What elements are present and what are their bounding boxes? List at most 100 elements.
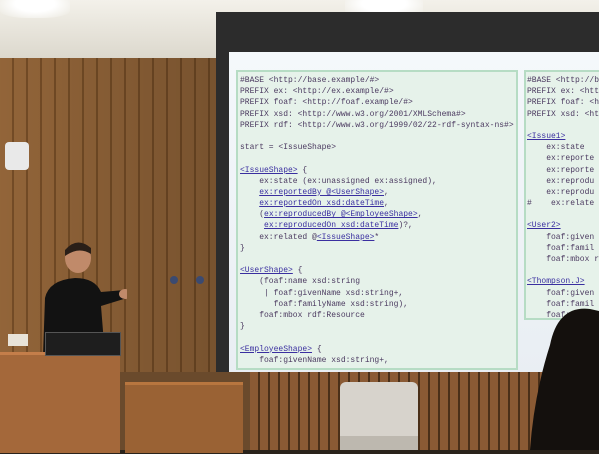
slide_main-code-text: )?, [398,221,412,230]
slide_side-code-text: #BASE <http://ba [527,76,599,85]
wall-pin-left [170,276,178,284]
slide_side-code-line: <Issue1> [527,131,599,142]
slide_side-code-line: PREFIX xsd: <htt [527,109,599,120]
front-desk [125,382,243,453]
slide_side-code-link: <Issue1> [527,132,565,141]
slide_main-code-line [240,131,514,142]
slide_main-code-link: <IssueShape> [240,166,298,175]
slide_side-code-line: foaf:mbox r [527,254,599,265]
slide_main-code-text: (foaf:name xsd:string [240,277,360,286]
slide_main-code-line: foaf:familyName xsd:string), [240,299,514,310]
lectern [0,352,120,453]
slide_side-code-line: ex:reprodu [527,176,599,187]
slide_side-code-text: # ex:relate [527,199,594,208]
slide_main-code-line: PREFIX foaf: <http://foaf.example/#> [240,97,514,108]
slide_side-code-line: ex:reprodu [527,187,599,198]
slide_side-code-text: foaf:mbox r [527,255,599,264]
wall-sensor [5,142,29,170]
slide_side-code-line: foaf:given [527,232,599,243]
slide_main-code-line: foaf:mbox rdf:Resource [240,310,514,321]
slide_main-code-link: ex:reportedBy @<UserShape> [259,188,384,197]
slide_side-code-text: ex:reprodu [527,177,594,186]
slide_side-code-line: <Thompson.J> [527,276,599,287]
slide_side-code-line: PREFIX foaf: <ht [527,97,599,108]
slide_main-code-line [240,332,514,343]
slide_side-code-text: ex:state [527,143,585,152]
slide_main-code-line: } [240,321,514,332]
slide_main-code-line: ex:reportedOn xsd:dateTime, [240,198,514,209]
slide_main-code-text: PREFIX xsd: <http://www.w3.org/2001/XMLS… [240,110,466,119]
wall-outlet [8,334,28,346]
slide_main-code-text: PREFIX foaf: <http://foaf.example/#> [240,98,413,107]
slide_main-code-line: } [240,243,514,254]
lectern-monitor [45,332,121,356]
slide_main-code-line: | foaf:givenName xsd:string+, [240,288,514,299]
slide_side-code-line: ex:reporte [527,153,599,164]
slide_side-code-line: ex:state [527,142,599,153]
slide_main-code-text: { [293,266,303,275]
slide_side-code-line: PREFIX ex: <htt [527,86,599,97]
slide_side-code-text: PREFIX xsd: <htt [527,110,599,119]
slide_main-code-link: <EmployeeShape> [240,345,312,354]
slide_main-code-text: , [418,210,423,219]
slide_main-code-line [240,153,514,164]
slide_main-code-line: (ex:reproducedBy @<EmployeeShape>, [240,209,514,220]
slide_side-code-line: foaf:famil [527,243,599,254]
slide_main-code-line: <EmployeeShape> { [240,344,514,355]
slide_main-code-text: | foaf:givenName xsd:string+, [240,289,403,298]
slide_main-code-line: PREFIX rdf: <http://www.w3.org/1999/02/2… [240,120,514,131]
slide_main-code-text: , [384,199,389,208]
slide_main-code-text: } [240,244,245,253]
slide_main-code-line: PREFIX ex: <http://ex.example/#> [240,86,514,97]
slide_side-code-line: <User2> [527,220,599,231]
slide_side-code-link: <Thompson.J> [527,277,585,286]
slide_main-code-text: PREFIX rdf: <http://www.w3.org/1999/02/2… [240,121,514,130]
slide_main-code-text: ex:state (ex:unassigned ex:assigned), [240,177,437,186]
slide_side-code-text: ex:reporte [527,154,594,163]
slide_main-code-text [240,221,264,230]
slide_main-code-text: foaf:familyName xsd:string), [240,300,408,309]
slide-main-code: #BASE <http://base.example/#> PREFIX ex: … [240,75,514,367]
slide_main-code-text: } [240,322,245,331]
slide_main-code-text: , [384,188,389,197]
slide_main-code-line: start = <IssueShape> [240,142,514,153]
slide_main-code-line: <IssueShape> { [240,165,514,176]
slide_side-code-text: PREFIX ex: <htt [527,87,599,96]
slide_main-code-text: { [312,345,322,354]
slide_main-code-line: ex:related @<IssueShape>* [240,232,514,243]
slide_side-code-line [527,265,599,276]
slide_main-code-text: #BASE <http://base.example/#> [240,76,379,85]
slide_side-code-text: PREFIX foaf: <ht [527,98,599,107]
slide_main-code-text: start = <IssueShape> [240,143,336,152]
audience-member [530,305,599,450]
slide_main-code-line: #BASE <http://base.example/#> [240,75,514,86]
slide_main-code-text: * [374,233,379,242]
audience-chair [340,382,418,450]
slide_main-code-text: ( [240,210,264,219]
slide_main-code-line: ex:state (ex:unassigned ex:assigned), [240,176,514,187]
slide_main-code-text: PREFIX ex: <http://ex.example/#> [240,87,394,96]
slide_main-code-text: ex:related @ [240,233,317,242]
slide_side-code-line: ex:reporte [527,165,599,176]
slide_main-code-link: ex:reproducedOn xsd:dateTime [264,221,398,230]
slide_main-code-line: PREFIX xsd: <http://www.w3.org/2001/XMLS… [240,109,514,120]
slide_main-code-link: <IssueShape> [317,233,375,242]
slide_side-code-line [527,120,599,131]
slide_main-code-text [240,199,259,208]
slide_main-code-text: { [298,166,308,175]
slide_main-code-text [240,188,259,197]
slide_side-code-link: <User2> [527,221,561,230]
slide_side-code-line: foaf:given [527,288,599,299]
slide_side-code-text: foaf:given [527,233,594,242]
ceiling-lamp-left [0,0,70,18]
wall-pin-right [196,276,204,284]
slide_main-code-line: foaf:givenName xsd:string+, [240,355,514,366]
slide_main-code-line [240,254,514,265]
slide_main-code-line: (foaf:name xsd:string [240,276,514,287]
slide_main-code-line: ex:reproducedOn xsd:dateTime)?, [240,220,514,231]
slide_side-code-text: foaf:given [527,289,594,298]
slide_main-code-line: <UserShape> { [240,265,514,276]
slide_side-code-text: ex:reporte [527,166,594,175]
slide_main-code-text: foaf:givenName xsd:string+, [240,356,389,365]
slide_main-code-link: <UserShape> [240,266,293,275]
